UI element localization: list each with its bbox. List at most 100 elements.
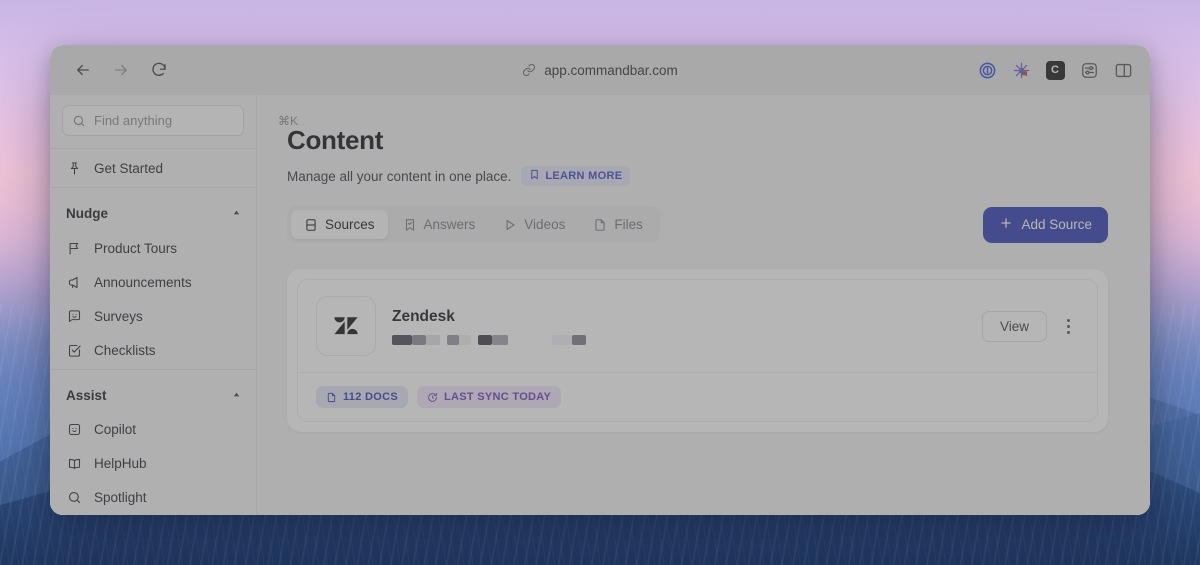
redacted-block [459, 334, 471, 345]
sidebar-item-get-started[interactable]: Get Started [50, 151, 256, 185]
source-card-footer: 112 DOCS LAST SYNC TODAY [298, 372, 1097, 421]
bookmark-icon [529, 169, 540, 183]
status-badge-sync: LAST SYNC TODAY [416, 386, 562, 408]
redacted-block [392, 334, 412, 345]
page-subtitle: Manage all your content in one place. [287, 168, 512, 184]
sidebar-divider-top [50, 148, 256, 150]
badge-label: 112 DOCS [343, 391, 398, 403]
sidebar-group-nudge[interactable]: Nudge [50, 196, 256, 231]
add-source-button[interactable]: Add Source [983, 206, 1108, 243]
sliders-settings-icon[interactable] [1078, 59, 1100, 81]
document-icon [593, 218, 607, 232]
sidebar-divider-nudge [50, 369, 256, 371]
sidebar-item-product-tours[interactable]: Product Tours [50, 231, 256, 265]
url-text: app.commandbar.com [544, 62, 678, 78]
source-card-header: Zendesk View [298, 280, 1097, 372]
sidebar-divider-get-started [50, 187, 256, 189]
desktop-wallpaper: app.commandbar.com C Find anything ⌘K Ge… [0, 0, 1200, 565]
source-card-zendesk[interactable]: Zendesk View 112 DOCS LAST SYNC TODAY [297, 279, 1098, 422]
sync-clock-icon [427, 392, 438, 403]
search-icon [72, 114, 86, 128]
browser-action-icons: C [946, 59, 1136, 81]
tab-sources[interactable]: Sources [291, 210, 388, 239]
sidebar-item-label: HelpHub [94, 456, 147, 472]
sidebar-group-assist[interactable]: Assist [50, 378, 256, 413]
page-title: Content [287, 125, 384, 155]
redacted-block [426, 334, 440, 345]
book-icon [304, 218, 318, 232]
sidebar-item-label: Spotlight [94, 490, 147, 506]
flag-icon [66, 241, 83, 256]
sidebar-item-label: Copilot [94, 422, 137, 438]
source-meta-redacted [392, 334, 966, 345]
sidebar-item-announcements[interactable]: Announcements [50, 265, 256, 299]
play-triangle-icon [503, 218, 517, 232]
chat-smiley-icon [66, 309, 83, 324]
sidebar: ⌘K Get Started Nudge [50, 95, 298, 515]
plus-icon [999, 216, 1013, 233]
search-icon [66, 490, 83, 505]
tab-label: Files [614, 217, 643, 232]
sidebar-item-label: Product Tours [94, 240, 178, 256]
learn-more-link[interactable]: LEARN MORE [521, 166, 631, 186]
app-body: ⌘K Get Started Nudge [50, 95, 1150, 515]
reload-button[interactable] [146, 57, 172, 83]
redacted-block [412, 334, 426, 345]
source-name: Zendesk [392, 307, 455, 325]
view-button[interactable]: View [981, 310, 1047, 342]
global-search-box[interactable]: ⌘K [62, 105, 298, 137]
browser-window: app.commandbar.com C Find anything ⌘K Ge… [50, 45, 1150, 515]
sidebar-item-checklists[interactable]: Checklists [50, 333, 256, 367]
chevron-up-icon [231, 389, 242, 402]
tab-videos[interactable]: Videos [490, 210, 578, 239]
sidebar-group-title: Nudge [66, 206, 108, 222]
tab-label: Answers [423, 217, 476, 232]
badge-label: LAST SYNC TODAY [443, 391, 552, 403]
bot-face-icon [66, 422, 83, 437]
zendesk-logo-icon [316, 296, 376, 356]
redacted-block [552, 334, 572, 345]
redacted-block [572, 334, 586, 345]
commandbar-extension-label: C [1045, 60, 1065, 80]
link-icon [522, 63, 536, 77]
source-info: Zendesk [392, 308, 966, 345]
tab-answers[interactable]: Answers [390, 210, 489, 239]
pin-icon [66, 161, 83, 176]
sidebar-item-label: Checklists [94, 342, 156, 358]
learn-more-label: LEARN MORE [545, 170, 623, 182]
redacted-block [515, 335, 545, 345]
sidebar-item-copilot[interactable]: Copilot [50, 413, 256, 447]
add-source-label: Add Source [1021, 217, 1092, 232]
sources-list: Zendesk View 112 DOCS LAST SYNC TODAY [287, 269, 1108, 432]
sidebar-panel-icon[interactable] [1112, 59, 1134, 81]
open-book-icon [66, 456, 83, 471]
sidebar-item-label: Announcements [94, 274, 192, 290]
back-button[interactable] [70, 57, 96, 83]
sidebar-item-label: Surveys [94, 308, 143, 324]
sidebar-item-label: Get Started [94, 160, 164, 176]
extension-puzzle-icon[interactable] [1010, 59, 1032, 81]
browser-nav-buttons [64, 57, 254, 83]
sidebar-item-spotlight[interactable]: Spotlight [50, 481, 256, 515]
forward-button[interactable] [108, 57, 134, 83]
kebab-menu-icon[interactable] [1057, 312, 1079, 340]
megaphone-icon [66, 275, 83, 290]
address-bar[interactable]: app.commandbar.com [254, 63, 946, 78]
commandbar-extension-icon[interactable]: C [1044, 59, 1066, 81]
page-subtitle-row: Manage all your content in one place. LE… [287, 166, 1108, 186]
status-badge-docs: 112 DOCS [316, 386, 408, 408]
checkbox-check-icon [66, 343, 83, 358]
info-circle-icon[interactable] [976, 59, 998, 81]
sidebar-item-surveys[interactable]: Surveys [50, 299, 256, 333]
tab-files[interactable]: Files [580, 210, 656, 239]
redacted-block [492, 334, 508, 345]
document-icon [326, 392, 337, 403]
browser-toolbar: app.commandbar.com C [50, 45, 1150, 95]
sidebar-item-helphub[interactable]: HelpHub [50, 447, 256, 481]
chevron-up-icon [231, 207, 242, 220]
main-content: Content Manage all your content in one p… [257, 95, 1150, 515]
content-toolbar: Sources Answers Videos Files Add Source [287, 206, 1108, 243]
source-card-actions: View [981, 310, 1079, 342]
redacted-block [447, 334, 459, 345]
search-input[interactable] [94, 113, 270, 129]
